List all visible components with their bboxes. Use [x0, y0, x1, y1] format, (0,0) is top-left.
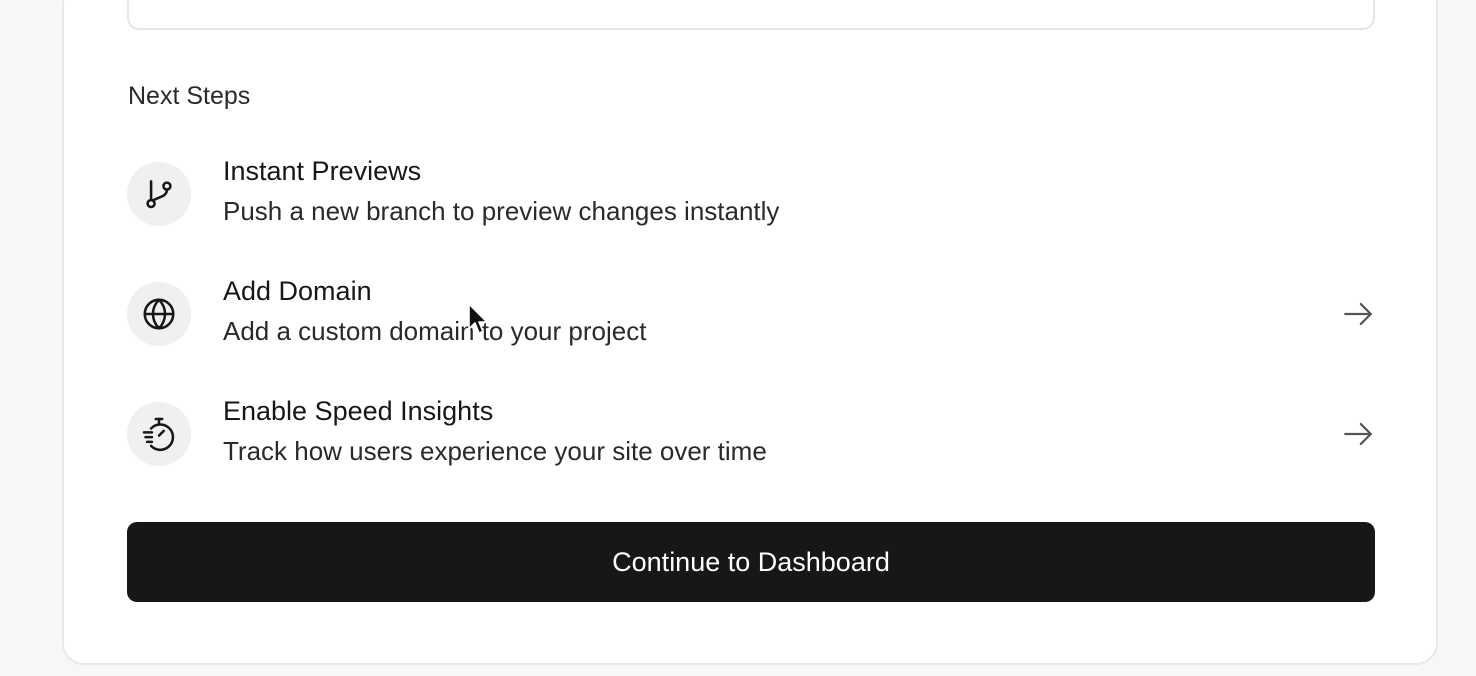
- arrow-right-icon[interactable]: [1341, 297, 1375, 331]
- git-branch-icon: [127, 162, 191, 226]
- next-step-instant-previews: Instant Previews Push a new branch to pr…: [127, 155, 1375, 235]
- next-step-add-domain[interactable]: Add Domain Add a custom domain to your p…: [127, 275, 1375, 355]
- continue-to-dashboard-button[interactable]: Continue to Dashboard: [127, 522, 1375, 602]
- next-steps-heading: Next Steps: [128, 82, 251, 110]
- step-title: Enable Speed Insights: [223, 396, 494, 426]
- step-description: Add a custom domain to your project: [223, 316, 647, 346]
- next-step-speed-insights[interactable]: Enable Speed Insights Track how users ex…: [127, 395, 1375, 475]
- step-title: Instant Previews: [223, 156, 422, 186]
- step-description: Push a new branch to preview changes ins…: [223, 196, 780, 226]
- step-title: Add Domain: [223, 276, 372, 306]
- globe-icon: [127, 282, 191, 346]
- deployment-preview-panel: [127, 0, 1375, 30]
- stopwatch-icon: [127, 402, 191, 466]
- arrow-right-icon[interactable]: [1341, 417, 1375, 451]
- step-description: Track how users experience your site ove…: [223, 436, 767, 466]
